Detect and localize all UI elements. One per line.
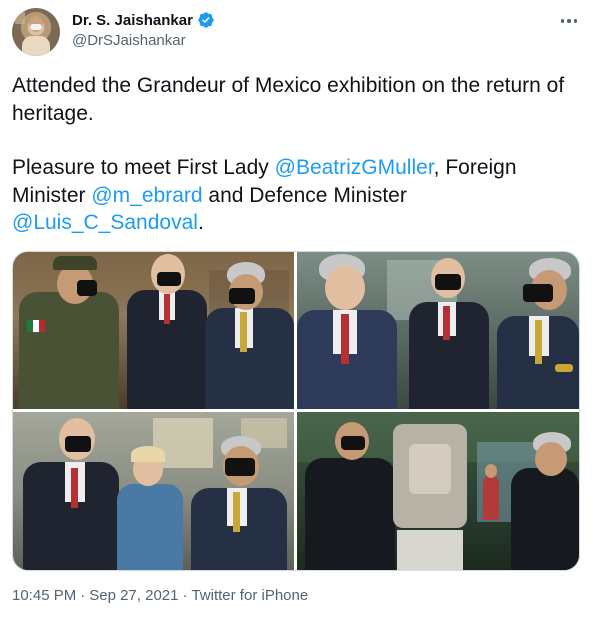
photo-3[interactable] <box>13 412 294 570</box>
author-handle[interactable]: @DrSJaishankar <box>72 32 186 49</box>
more-options-icon[interactable] <box>558 10 580 32</box>
photo-4[interactable] <box>297 412 579 570</box>
tweet-paragraph-1: Attended the Grandeur of Mexico exhibiti… <box>12 74 565 125</box>
avatar-mask <box>30 24 42 30</box>
text-segment: . <box>197 211 204 234</box>
tweet-meta: 10:45 PM · Sep 27, 2021 · Twitter for iPhone <box>12 587 308 604</box>
meta-separator: · <box>182 587 188 604</box>
avatar-frame-detail <box>15 12 25 24</box>
author-name-row[interactable]: Dr. S. Jaishankar <box>72 11 215 29</box>
media-grid <box>12 251 580 571</box>
mention-link-sandoval[interactable]: @Luis_C_Sandoval <box>12 211 198 234</box>
photo-2[interactable] <box>297 252 579 409</box>
text-segment: and Defence Minister <box>202 183 407 207</box>
meta-separator: · <box>80 587 86 604</box>
mention-link-beatriz[interactable]: @BeatrizGMuller <box>275 156 434 179</box>
verified-badge-icon <box>198 12 214 28</box>
author-avatar[interactable] <box>12 8 60 56</box>
tweet-time[interactable]: 10:45 PM <box>12 587 76 604</box>
tweet-paragraph-2: Pleasure to meet First Lady @BeatrizGMul… <box>12 154 572 237</box>
photo-1[interactable] <box>13 252 294 409</box>
tweet: Dr. S. Jaishankar @DrSJaishankar Attende… <box>0 0 598 618</box>
avatar-shirt <box>22 36 50 56</box>
tweet-text: Attended the Grandeur of Mexico exhibiti… <box>12 72 572 237</box>
mention-link-ebrard[interactable]: @m_ebrard <box>91 184 202 207</box>
author-display-name[interactable]: Dr. S. Jaishankar <box>72 12 193 29</box>
text-segment: Pleasure to meet First Lady <box>12 156 275 179</box>
tweet-source[interactable]: Twitter for iPhone <box>191 587 308 604</box>
tweet-date[interactable]: Sep 27, 2021 <box>89 587 178 604</box>
